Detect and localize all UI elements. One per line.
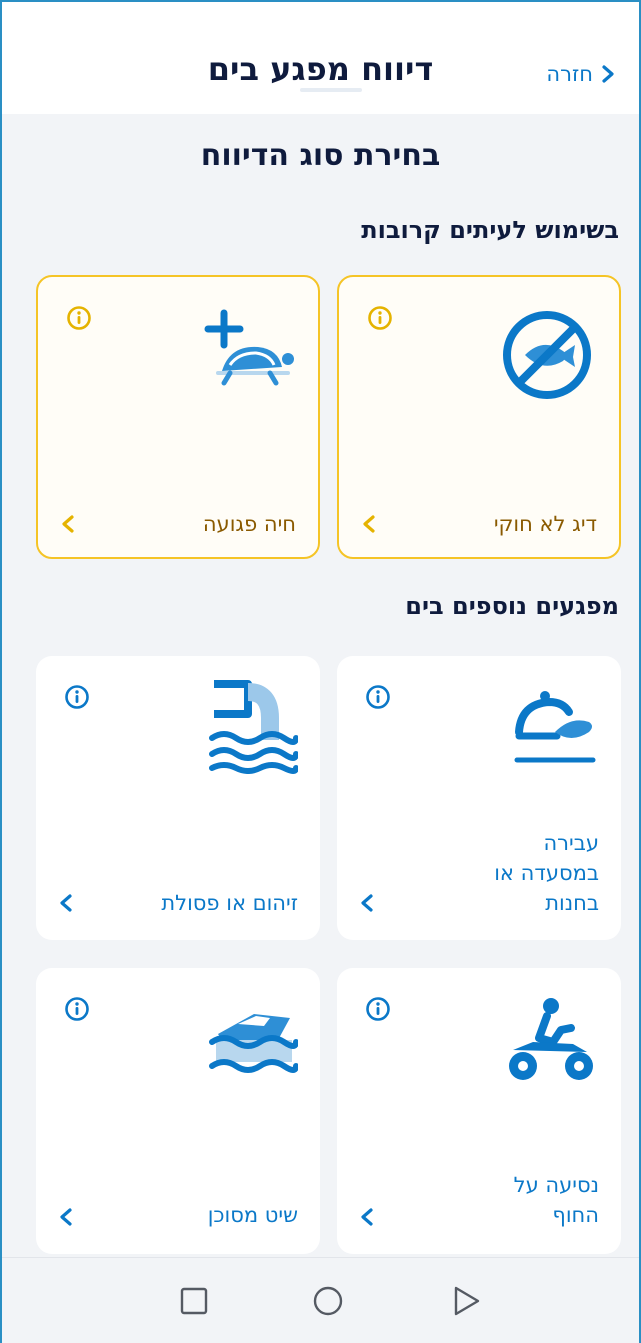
report-type-heading: בחירת סוג הדיווח <box>200 138 441 173</box>
card-label: דיג לא חוקי <box>493 512 597 536</box>
chevron-left-icon <box>361 1208 373 1226</box>
card-pollution[interactable]: זיהום או פסולת <box>36 656 320 940</box>
card-dangerous-boat[interactable]: שיט מסוכן <box>36 968 320 1254</box>
injured-turtle-icon <box>204 309 294 386</box>
info-circle-icon[interactable] <box>365 684 391 710</box>
card-label: חיה פגועה <box>202 512 296 536</box>
card-restaurant-violation[interactable]: עבירה במסעדה או בחנות <box>337 656 621 940</box>
info-circle-icon[interactable] <box>367 305 393 331</box>
title-underline <box>300 88 362 92</box>
card-label: שיט מסוכן <box>207 1203 298 1227</box>
chevron-left-icon <box>60 1208 72 1226</box>
chevron-right-icon <box>602 65 614 83</box>
frequent-section-title: בשימוש לעיתים קרובות <box>361 216 619 244</box>
chevron-left-icon <box>62 515 74 533</box>
speedboat-icon <box>209 1014 298 1073</box>
card-label: נסיעה על החוף <box>513 1173 599 1227</box>
no-fishing-icon <box>503 311 591 399</box>
more-hazards-section-title: מפגעים נוספים בים <box>405 592 619 620</box>
system-navigation-bar <box>2 1257 639 1343</box>
info-circle-icon[interactable] <box>64 996 90 1022</box>
card-label: זיהום או פסולת <box>161 891 298 915</box>
app-header: דיווח מפגע בים חזרה <box>2 2 639 114</box>
back-label: חזרה <box>546 62 593 86</box>
back-button[interactable]: חזרה <box>546 62 617 86</box>
card-label: עבירה במסעדה או בחנות <box>494 831 599 915</box>
card-illegal-fishing[interactable]: דיג לא חוקי <box>337 275 621 559</box>
app-frame: דיווח מפגע בים חזרה בחירת סוג הדיווח בשי… <box>0 0 641 1343</box>
cloche-fish-icon <box>514 691 596 763</box>
info-circle-icon[interactable] <box>64 684 90 710</box>
circle-icon[interactable] <box>310 1283 346 1319</box>
atv-rider-icon <box>509 998 593 1080</box>
card-beach-driving[interactable]: נסיעה על החוף <box>337 968 621 1254</box>
page-title: דיווח מפגע בים <box>207 50 434 88</box>
square-icon[interactable] <box>176 1283 212 1319</box>
chevron-left-icon <box>60 894 72 912</box>
triangle-icon[interactable] <box>448 1283 484 1319</box>
card-injured-animal[interactable]: חיה פגועה <box>36 275 320 559</box>
pollution-pipe-icon <box>209 680 298 774</box>
info-circle-icon[interactable] <box>365 996 391 1022</box>
chevron-left-icon <box>361 894 373 912</box>
info-circle-icon[interactable] <box>66 305 92 331</box>
chevron-left-icon <box>363 515 375 533</box>
